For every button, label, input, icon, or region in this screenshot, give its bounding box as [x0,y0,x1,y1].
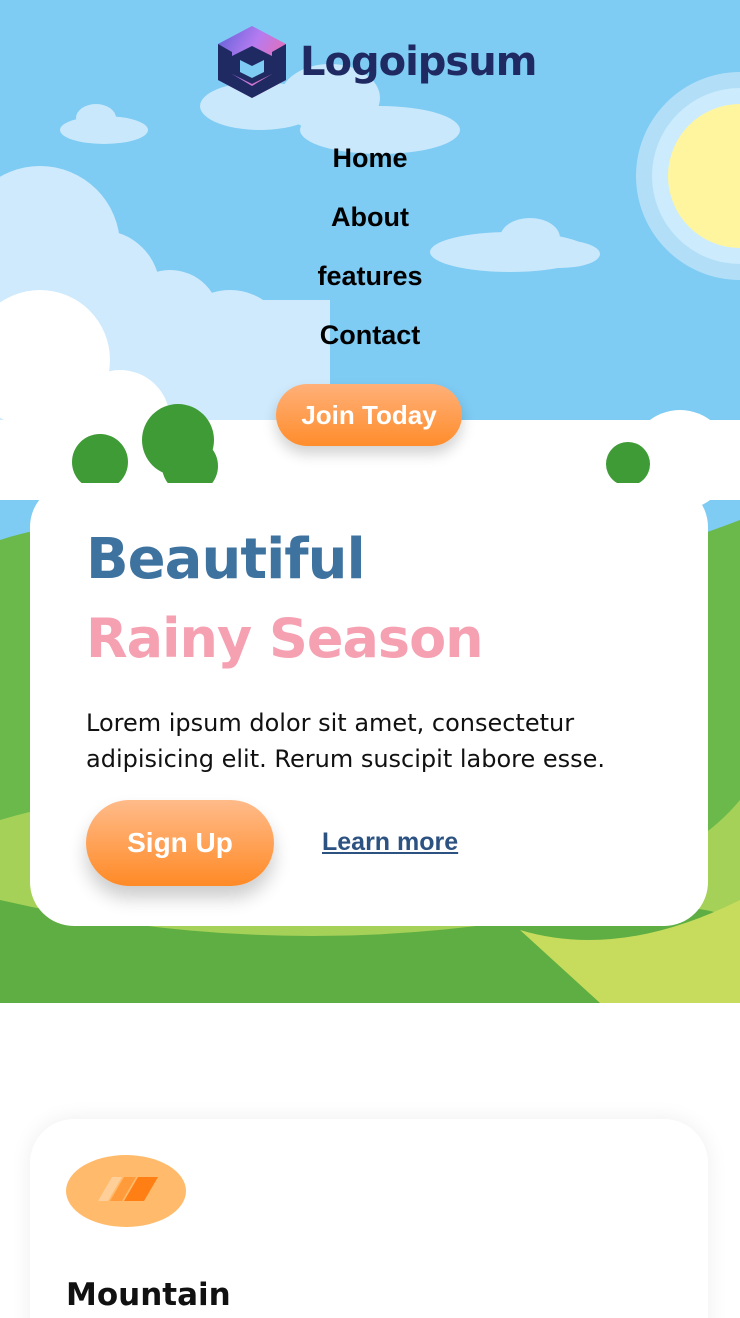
sign-up-button[interactable]: Sign Up [86,800,274,886]
feature-card-mountain: Mountain [30,1119,708,1318]
hero-section: Logoipsum Home About features Contact Jo… [0,0,740,1003]
logo-hexagon-icon [218,26,286,98]
join-today-button[interactable]: Join Today [276,384,462,446]
mountain-icon [66,1155,186,1227]
hero-title-line1: Beautiful [86,527,366,592]
brand-logo[interactable]: Logoipsum [216,24,537,100]
hero-card: Beautiful Rainy Season Lorem ipsum dolor… [30,483,708,926]
hero-description: Lorem ipsum dolor sit amet, consectetur … [86,709,606,773]
feature-title: Mountain [66,1277,231,1313]
nav-item-home[interactable]: Home [0,138,740,197]
nav-item-features[interactable]: features [0,256,740,315]
nav-item-about[interactable]: About [0,197,740,256]
brand-name: Logoipsum [300,39,537,85]
learn-more-link[interactable]: Learn more [322,828,458,857]
main-nav: Home About features Contact [0,138,740,374]
nav-item-contact[interactable]: Contact [0,315,740,374]
hero-title-line2: Rainy Season [86,607,484,670]
